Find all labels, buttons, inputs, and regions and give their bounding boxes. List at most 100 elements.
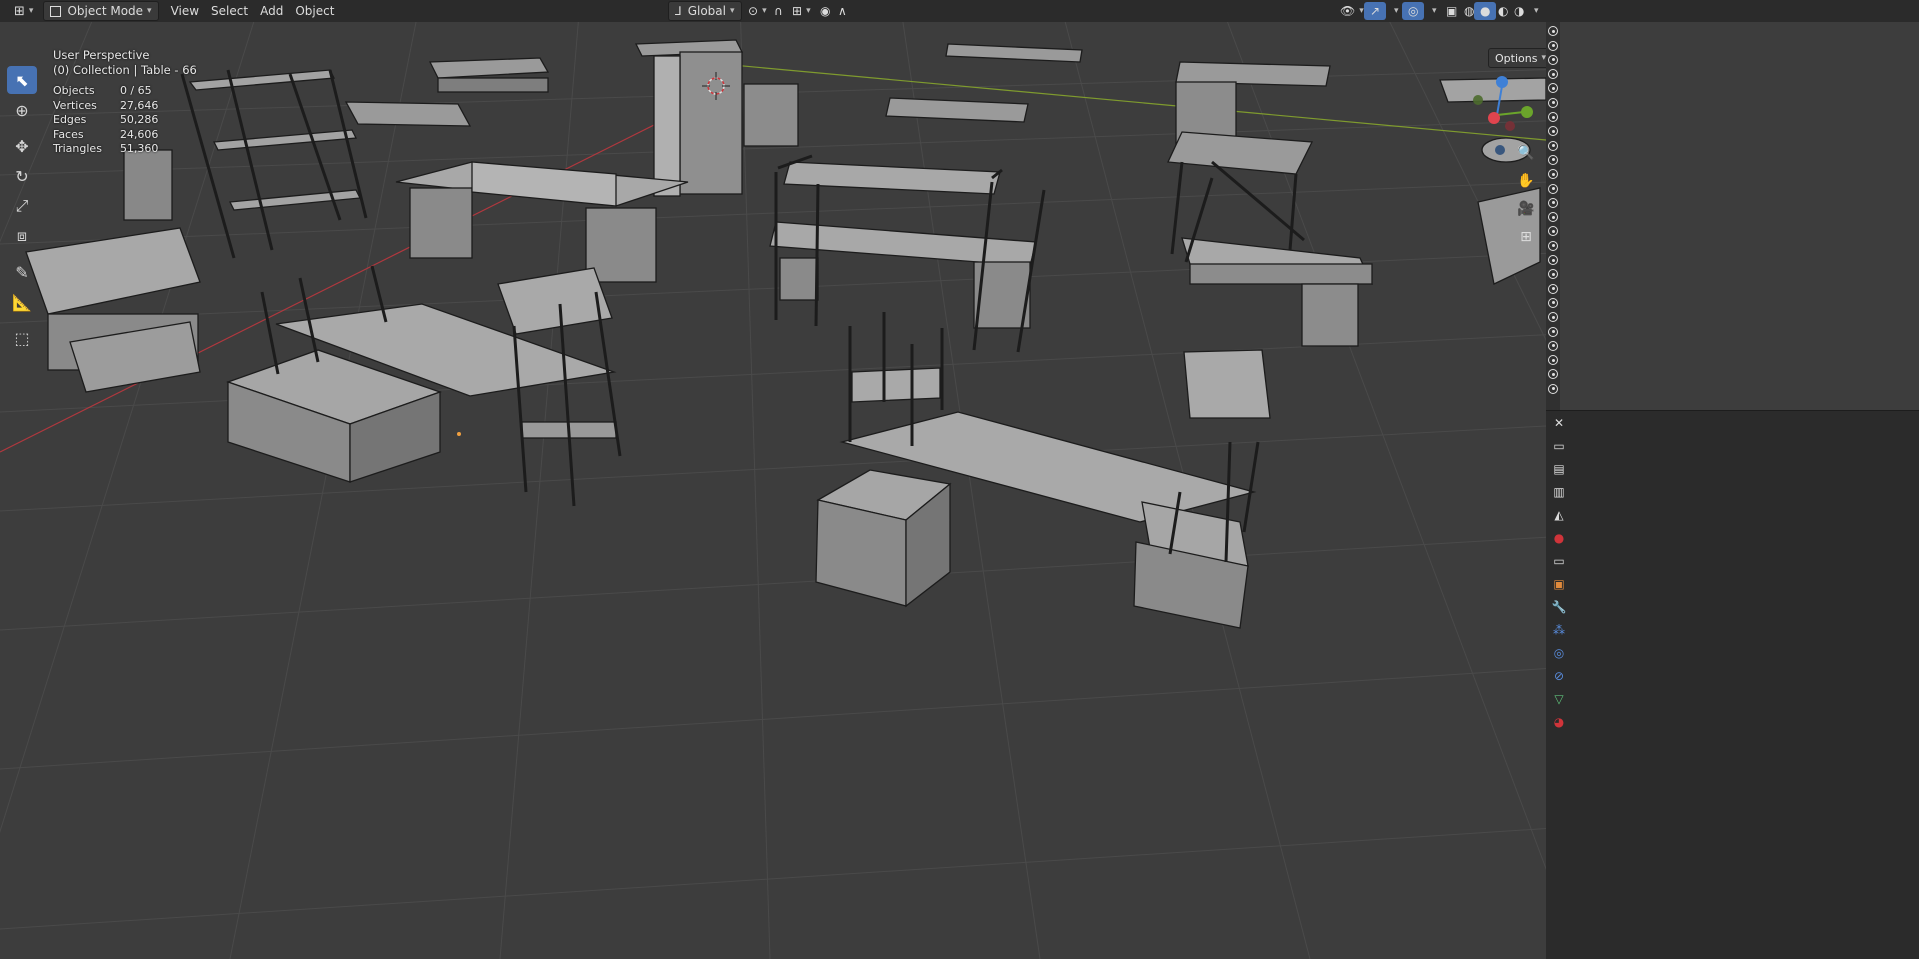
rotate-tool[interactable]: ↻ (7, 162, 37, 190)
snap-target-button[interactable]: ⊞ ▾ (786, 2, 817, 20)
options-dropdown[interactable]: Options ▾ (1488, 48, 1546, 68)
model-tall-cabinet-side (653, 55, 681, 197)
eye-select-icon: 👁 (1340, 4, 1356, 18)
visibility-eye-icon[interactable] (1548, 140, 1558, 151)
visibility-eye-icon[interactable] (1548, 369, 1558, 380)
visibility-eye-icon[interactable] (1548, 269, 1558, 280)
visibility-eye-icon[interactable] (1548, 169, 1558, 180)
tab-object[interactable]: ▣ (1548, 573, 1570, 595)
gizmo-arrow-icon: ↗ (1370, 4, 1381, 18)
3d-viewport[interactable]: User Perspective (0) Collection | Table … (0, 22, 1546, 959)
gizmo-neg-z-axis[interactable] (1495, 145, 1505, 155)
tab-tool[interactable]: ✕ (1548, 412, 1570, 434)
visibility-eye-icon[interactable] (1548, 383, 1558, 394)
pan-button[interactable]: ✋ (1514, 168, 1538, 194)
model-workstation-right-left-shelf (851, 367, 941, 403)
falloff-button[interactable]: ∧ (832, 2, 853, 20)
stat-label: Objects (53, 84, 95, 97)
model-cabinet-top-right (1167, 131, 1314, 175)
mode-dropdown[interactable]: Object Mode ▾ (43, 1, 159, 21)
shading-dropdown[interactable]: ▾ (1524, 2, 1545, 20)
visibility-eye-icon[interactable] (1548, 83, 1558, 94)
add-cube-tool[interactable]: ⬚ (7, 324, 37, 352)
cursor-tool[interactable]: ⊕ (7, 96, 37, 124)
gizmo-y-axis[interactable] (1521, 106, 1533, 118)
visibility-eye-icon[interactable] (1548, 126, 1558, 137)
tab-collection[interactable]: ▭ (1548, 550, 1570, 572)
visibility-eye-icon[interactable] (1548, 283, 1558, 294)
visibility-eye-icon[interactable] (1548, 54, 1558, 65)
proportional-icon: ◉ (820, 4, 831, 18)
visibility-eye-icon[interactable] (1548, 26, 1558, 37)
model-left-cabinet (123, 149, 173, 221)
gizmo-neg-y-axis[interactable] (1473, 95, 1483, 105)
options-label: Options (1495, 51, 1538, 65)
select-box-icon: ⬉ (15, 70, 29, 90)
visibility-eye-icon[interactable] (1548, 326, 1558, 337)
tab-world[interactable]: ● (1548, 527, 1570, 549)
tab-view-layer[interactable]: ▥ (1548, 481, 1570, 503)
modifier-icon: 🔧 (1551, 600, 1567, 614)
transform-tool[interactable]: ⧈ (7, 222, 37, 250)
add-cube-icon: ⬚ (14, 328, 30, 348)
visibility-eye-icon[interactable] (1548, 340, 1558, 351)
editor-type-button[interactable]: ⊞ ▾ (8, 2, 39, 20)
model-back-table-right (945, 43, 1083, 63)
tab-modifiers[interactable]: 🔧 (1548, 596, 1570, 618)
menu-view[interactable]: View (165, 2, 205, 20)
scene-render (0, 22, 1546, 959)
tab-output[interactable]: ▤ (1548, 458, 1570, 480)
model-right-desk-leg (1301, 283, 1359, 347)
camera-view-button[interactable]: 🎥 (1514, 196, 1538, 222)
model-workstation-left-shelf (497, 267, 613, 335)
annotate-tool[interactable]: ✎ (7, 258, 37, 286)
select-box-tool[interactable]: ⬉ (7, 66, 37, 94)
stat-value: 50,286 (119, 113, 159, 127)
stat-row: Edges 50,286 (53, 113, 158, 128)
gizmo-x-axis[interactable] (1488, 112, 1500, 124)
zoom-button[interactable]: 🔍 (1514, 140, 1538, 166)
visibility-eye-icon[interactable] (1548, 97, 1558, 108)
properties-tabs: ✕ ▭ ▤ ▥ ◭ ● ▭ ▣ 🔧 ⁂ ◎ ⊘ ▽ ◕ (1547, 412, 1571, 734)
ortho-toggle-button[interactable]: ⊞ (1514, 224, 1538, 250)
visibility-eye-icon[interactable] (1548, 355, 1558, 366)
overlays-icon: ◎ (1408, 4, 1419, 18)
collection-label: (0) Collection | Table - 66 (53, 63, 197, 77)
measure-tool[interactable]: 📐 (7, 288, 37, 316)
menu-select[interactable]: Select (205, 2, 254, 20)
object-mode-icon (50, 5, 62, 17)
visibility-eye-icon[interactable] (1548, 40, 1558, 51)
tab-render[interactable]: ▭ (1548, 435, 1570, 457)
menu-add[interactable]: Add (254, 2, 289, 20)
visibility-eye-icon[interactable] (1548, 183, 1558, 194)
visibility-eye-icon[interactable] (1548, 312, 1558, 323)
tab-physics[interactable]: ◎ (1548, 642, 1570, 664)
visibility-eye-icon[interactable] (1548, 297, 1558, 308)
stat-row: Triangles 51,360 (53, 142, 158, 157)
visibility-eye-icon[interactable] (1548, 226, 1558, 237)
gizmo-neg-x-axis[interactable] (1505, 121, 1515, 131)
visibility-eye-icon[interactable] (1548, 197, 1558, 208)
tab-scene[interactable]: ◭ (1548, 504, 1570, 526)
visibility-eye-icon[interactable] (1548, 69, 1558, 80)
scale-tool[interactable]: ⤢ (7, 192, 37, 220)
move-tool[interactable]: ✥ (7, 132, 37, 160)
gizmo-z-axis[interactable] (1496, 76, 1508, 88)
visibility-eye-icon[interactable] (1548, 154, 1558, 165)
visibility-eye-icon[interactable] (1548, 240, 1558, 251)
tab-data[interactable]: ▽ (1548, 688, 1570, 710)
model-drawer-right (585, 207, 657, 283)
transform-orientation-dropdown[interactable]: ⅃ Global ▾ (668, 1, 742, 21)
gizmo-toggle[interactable]: ↗ (1364, 2, 1387, 20)
menu-object[interactable]: Object (289, 2, 340, 20)
visibility-eye-icon[interactable] (1548, 112, 1558, 123)
tool-icon: ✕ (1553, 416, 1565, 430)
visibility-eye-icon[interactable] (1548, 255, 1558, 266)
tab-particles[interactable]: ⁂ (1548, 619, 1570, 641)
visibility-eye-icon[interactable] (1548, 212, 1558, 223)
tab-constraints[interactable]: ⊘ (1548, 665, 1570, 687)
tab-material[interactable]: ◕ (1548, 711, 1570, 733)
properties-editor (1546, 411, 1919, 959)
orientation-icon: ⅃ (675, 4, 682, 18)
snap-increment-icon: ⊞ (792, 4, 803, 18)
